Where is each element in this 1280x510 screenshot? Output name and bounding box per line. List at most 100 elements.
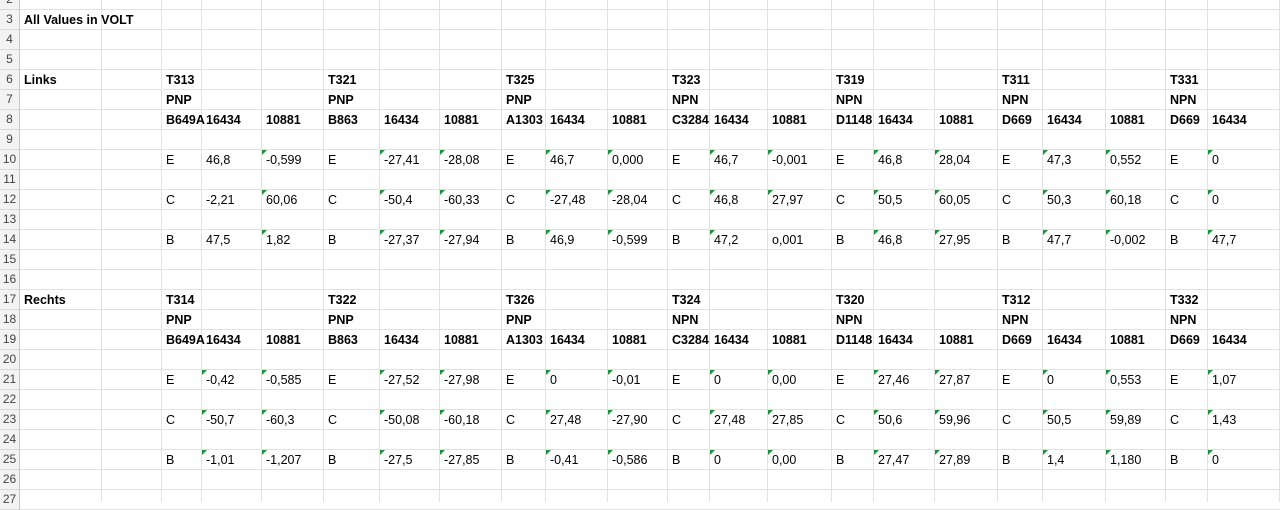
part-number[interactable]: B863 (325, 330, 358, 350)
voltage-value[interactable]: 27,89 (935, 450, 970, 470)
voltage-value[interactable]: -27,41 (380, 150, 419, 170)
pin-label[interactable]: E (669, 370, 680, 390)
measurement-header[interactable]: 16434 (1044, 330, 1082, 350)
measurement-header[interactable]: 10881 (936, 110, 974, 130)
pin-label[interactable]: C (503, 410, 515, 430)
part-number[interactable]: B649A (163, 330, 205, 350)
voltage-value[interactable]: 46,7 (546, 150, 574, 170)
row-header[interactable]: 4 (0, 30, 20, 50)
transistor-type[interactable]: NPN (1167, 90, 1196, 110)
transistor-name[interactable]: T332 (1167, 290, 1199, 310)
voltage-value[interactable]: -50,4 (380, 190, 413, 210)
pin-label[interactable]: E (833, 370, 844, 390)
voltage-value[interactable]: 1,43 (1208, 410, 1236, 430)
measurement-header[interactable]: 10881 (769, 110, 807, 130)
measurement-header[interactable]: 10881 (1107, 110, 1145, 130)
pin-label[interactable]: E (669, 150, 680, 170)
voltage-value[interactable]: 46,8 (874, 230, 902, 250)
voltage-value[interactable]: 27,46 (874, 370, 909, 390)
measurement-header[interactable]: 16434 (547, 110, 585, 130)
row-header[interactable]: 9 (0, 130, 20, 150)
voltage-value[interactable]: 47,5 (203, 230, 230, 250)
transistor-type[interactable]: NPN (999, 90, 1028, 110)
transistor-name[interactable]: T311 (999, 70, 1030, 90)
voltage-value[interactable]: 50,3 (1043, 190, 1071, 210)
pin-label[interactable]: C (325, 190, 337, 210)
voltage-value[interactable]: 0 (710, 450, 721, 470)
transistor-type[interactable]: NPN (669, 90, 698, 110)
pin-label[interactable]: C (503, 190, 515, 210)
transistor-name[interactable]: T314 (163, 290, 195, 310)
pin-label[interactable]: C (669, 190, 681, 210)
voltage-value[interactable]: -0,599 (262, 150, 301, 170)
voltage-value[interactable]: 0,552 (1106, 150, 1141, 170)
transistor-type[interactable]: PNP (163, 310, 192, 330)
part-number[interactable]: D1148 (833, 330, 872, 350)
pin-label[interactable]: E (325, 370, 336, 390)
voltage-value[interactable]: 27,85 (768, 410, 803, 430)
part-number[interactable]: D1148 (833, 110, 872, 130)
row-header[interactable]: 16 (0, 270, 20, 290)
voltage-value[interactable]: 27,97 (768, 190, 803, 210)
voltage-value[interactable]: 50,5 (874, 190, 902, 210)
voltage-value[interactable]: 60,18 (1106, 190, 1141, 210)
voltage-value[interactable]: 0 (1043, 370, 1054, 390)
voltage-value[interactable]: o,001 (769, 230, 803, 250)
voltage-value[interactable]: -0,599 (608, 230, 647, 250)
voltage-value[interactable]: -60,33 (440, 190, 479, 210)
voltage-value[interactable]: -27,94 (440, 230, 479, 250)
pin-label[interactable]: E (163, 370, 174, 390)
voltage-value[interactable]: 1,4 (1043, 450, 1064, 470)
measurement-header[interactable]: 16434 (711, 110, 749, 130)
voltage-value[interactable]: 1,07 (1208, 370, 1236, 390)
voltage-value[interactable]: -27,52 (380, 370, 419, 390)
measurement-header[interactable]: 16434 (1209, 330, 1247, 350)
row-header[interactable]: 23 (0, 410, 20, 430)
voltage-value[interactable]: -60,3 (262, 410, 295, 430)
transistor-name[interactable]: T313 (163, 70, 195, 90)
voltage-value[interactable]: 47,2 (710, 230, 738, 250)
measurement-header[interactable]: 10881 (769, 330, 807, 350)
pin-label[interactable]: E (1167, 370, 1178, 390)
pin-label[interactable]: B (503, 450, 514, 470)
transistor-name[interactable]: T326 (503, 290, 535, 310)
voltage-value[interactable]: -27,85 (440, 450, 479, 470)
pin-label[interactable]: E (163, 150, 174, 170)
voltage-value[interactable]: 47,7 (1208, 230, 1236, 250)
pin-label[interactable]: C (163, 410, 175, 430)
transistor-type[interactable]: NPN (833, 90, 862, 110)
pin-label[interactable]: E (503, 370, 514, 390)
part-number[interactable]: D669 (1167, 110, 1200, 130)
row-header[interactable]: 8 (0, 110, 20, 130)
part-number[interactable]: D669 (999, 330, 1032, 350)
row-header[interactable]: 3 (0, 10, 20, 30)
part-number[interactable]: B649A (163, 110, 205, 130)
row-header[interactable]: 12 (0, 190, 20, 210)
measurement-header[interactable]: 10881 (609, 330, 647, 350)
transistor-type[interactable]: NPN (1167, 310, 1196, 330)
row-header[interactable]: 19 (0, 330, 20, 350)
pin-label[interactable]: B (669, 230, 680, 250)
voltage-value[interactable]: 0 (1208, 450, 1219, 470)
measurement-header[interactable]: 16434 (203, 110, 241, 130)
transistor-name[interactable]: T323 (669, 70, 701, 90)
voltage-value[interactable]: -50,7 (202, 410, 235, 430)
part-number[interactable]: A1303 (503, 110, 543, 130)
pin-label[interactable]: E (833, 150, 844, 170)
part-number[interactable]: C3284 (669, 330, 709, 350)
voltage-value[interactable]: 0 (1208, 150, 1219, 170)
transistor-type[interactable]: PNP (503, 90, 532, 110)
voltage-value[interactable]: 27,48 (710, 410, 745, 430)
transistor-type[interactable]: NPN (999, 310, 1028, 330)
pin-label[interactable]: B (1167, 450, 1178, 470)
voltage-value[interactable]: 0,00 (768, 370, 796, 390)
row-header[interactable]: 2 (0, 0, 20, 10)
measurement-header[interactable]: 16434 (203, 330, 241, 350)
voltage-value[interactable]: 46,8 (874, 150, 902, 170)
transistor-type[interactable]: PNP (503, 310, 532, 330)
row-header[interactable]: 5 (0, 50, 20, 70)
voltage-value[interactable]: -27,90 (608, 410, 647, 430)
pin-label[interactable]: E (999, 370, 1010, 390)
transistor-name[interactable]: T324 (669, 290, 701, 310)
voltage-value[interactable]: -2,21 (203, 190, 235, 210)
